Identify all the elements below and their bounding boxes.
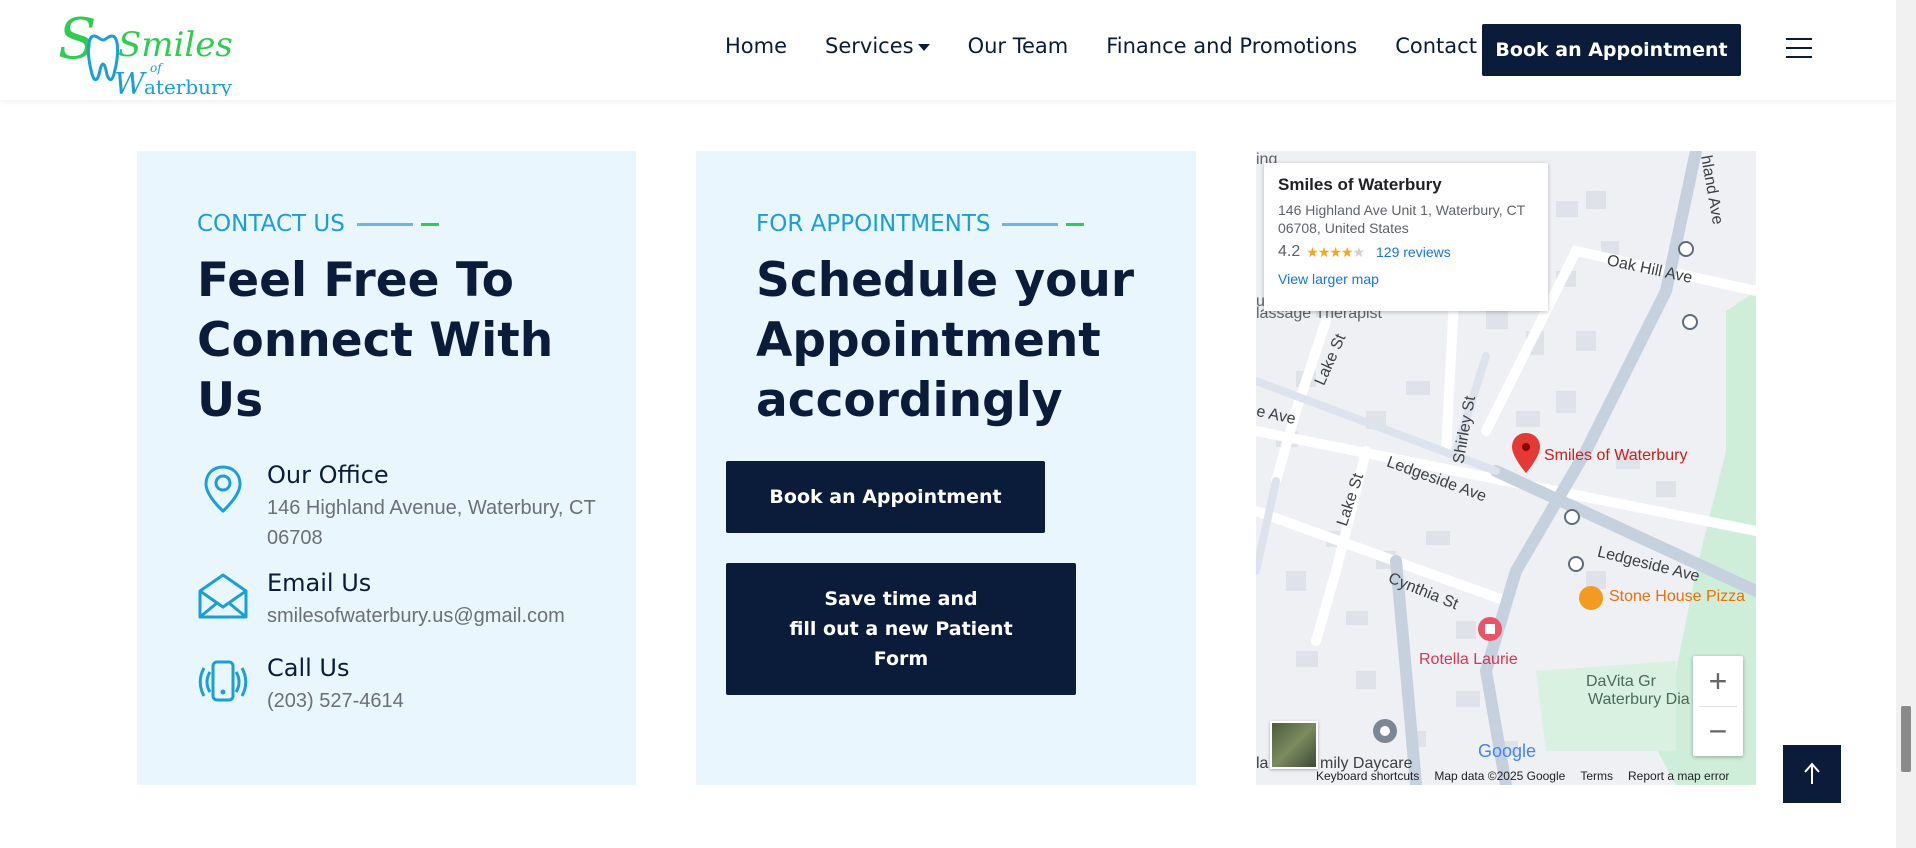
eyebrow-line-green [420,222,439,226]
appointment-heading-line: accordingly [756,373,1063,428]
site-header: S Smiles of W aterbury Home Services Our… [0,0,1896,100]
zoom-control: + − [1693,656,1743,756]
google-logo: Google [1478,741,1537,761]
contact-eyebrow: CONTACT US [197,211,439,237]
contact-card: CONTACT US Feel Free To Connect With Us … [137,151,636,785]
contact-heading-line: Connect With [197,313,554,368]
report-error-link[interactable]: Report a map error [1628,769,1729,783]
appointment-heading-line: Schedule your [756,253,1135,308]
main-nav: Home Services Our Team Finance and Promo… [725,34,1515,58]
place-address: 146 Highland Ave Unit 1, Waterbury, CT 0… [1278,202,1525,236]
phone-title: Call Us [267,654,350,682]
patient-form-line: fill out a new Patient [789,618,1013,640]
eyebrow-line-blue [356,222,413,226]
appointment-card: FOR APPOINTMENTS Schedule your Appointme… [696,151,1196,785]
map-pin-icon [204,465,242,514]
appointment-eyebrow: FOR APPOINTMENTS [756,211,1085,237]
map-label-rotella[interactable]: Rotella Laurie [1419,651,1518,669]
email-address[interactable]: smilesofwaterbury.us@gmail.com [267,601,597,631]
arrow-up-icon [1804,762,1820,784]
office-info: Our Office 146 Highland Avenue, Waterbur… [197,461,617,551]
logo[interactable]: S Smiles of W aterbury [58,8,248,96]
zoom-in-button[interactable]: + [1693,656,1743,706]
place-rating: 4.2 ★★★★★ 129 reviews [1278,243,1534,261]
map-footer: Keyboard shortcuts Map data ©2025 Google… [1316,769,1729,783]
view-larger-map-link[interactable]: View larger map [1278,271,1534,287]
nav-our-team[interactable]: Our Team [968,34,1069,58]
email-title: Email Us [267,569,372,597]
office-title: Our Office [267,461,389,489]
appointment-heading: Schedule your Appointment accordingly [756,251,1134,431]
phone-number[interactable]: (203) 527-4614 [267,686,597,716]
map-data-text: Map data ©2025 Google [1434,769,1566,783]
map-label-davita-1: DaVita Gr [1586,673,1656,690]
header-book-appointment-button[interactable]: Book an Appointment [1482,24,1741,76]
hamburger-icon[interactable] [1786,38,1812,60]
contact-heading-line: Feel Free To [197,253,514,308]
appointment-heading-line: Appointment [756,313,1101,368]
nav-home[interactable]: Home [725,34,787,58]
rating-value: 4.2 [1278,243,1301,260]
page-scrollbar[interactable] [1896,0,1916,848]
logo-text-bottom: aterbury [144,75,233,96]
map-label-pin[interactable]: Smiles of Waterbury [1544,447,1687,465]
back-to-top-button[interactable] [1783,745,1841,803]
google-map[interactable]: ing ul lassage Therapist Oak Hill Ave hl… [1256,151,1756,785]
scrollbar-thumb[interactable] [1901,706,1911,772]
satellite-layer-button[interactable] [1270,721,1318,769]
logo-text-top: Smiles [118,25,233,65]
zoom-out-button[interactable]: − [1693,706,1743,756]
map-place-card: Smiles of Waterbury 146 Highland Ave Uni… [1264,163,1548,311]
eyebrow-line-blue [1002,222,1059,226]
envelope-icon [198,573,248,619]
nav-services-label: Services [825,34,914,58]
contact-heading-line: Us [197,373,264,428]
book-appointment-button[interactable]: Book an Appointment [726,461,1045,533]
terms-link[interactable]: Terms [1580,769,1613,783]
logo-letter-w: W [114,67,147,96]
map-label-la: la [1256,755,1269,772]
nav-finance[interactable]: Finance and Promotions [1106,34,1357,58]
nav-services[interactable]: Services [825,34,930,58]
caret-down-icon [917,43,930,51]
contact-eyebrow-label: CONTACT US [197,211,345,237]
map-label-davita-2: Waterbury Dia [1588,691,1690,708]
page: S Smiles of W aterbury Home Services Our… [0,0,1916,848]
eyebrow-line-green [1066,222,1085,226]
patient-form-button[interactable]: Save time and fill out a new Patient For… [726,563,1076,695]
keyboard-shortcuts-link[interactable]: Keyboard shortcuts [1316,769,1419,783]
patient-form-line: Save time and [824,588,978,610]
contact-heading: Feel Free To Connect With Us [197,251,553,431]
nav-contact[interactable]: Contact [1395,34,1477,58]
place-title: Smiles of Waterbury [1278,175,1442,194]
patient-form-button-label: Save time and fill out a new Patient For… [789,584,1012,674]
map-label-stone-house[interactable]: Stone House Pizza [1609,588,1745,606]
email-info: Email Us smilesofwaterbury.us@gmail.com [197,569,617,629]
star-rating-icon: ★★★★★ [1306,243,1365,260]
reviews-link[interactable]: 129 reviews [1376,244,1451,260]
phone-info: Call Us (203) 527-4614 [197,654,617,714]
office-address: 146 Highland Avenue, Waterbury, CT 06708 [267,497,596,549]
appointment-eyebrow-label: FOR APPOINTMENTS [756,211,991,237]
patient-form-line: Form [873,648,929,670]
phone-icon [198,660,248,702]
